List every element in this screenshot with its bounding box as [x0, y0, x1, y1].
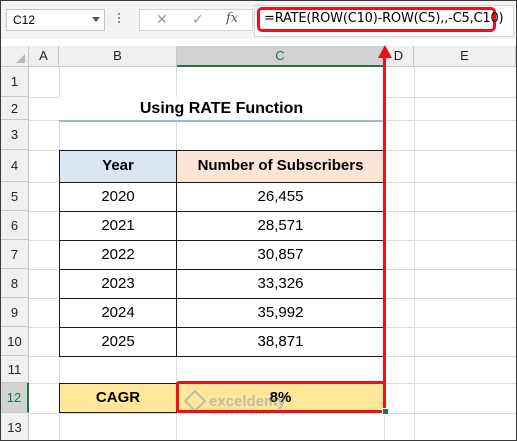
formula-buttons: ✕ ✓ fx — [139, 9, 253, 31]
formula-bar: C12 ✕ ✓ fx =RATE(ROW(C10)-ROW(C5),,-C5,C… — [1, 1, 516, 39]
row-header-3[interactable]: 3 — [1, 120, 29, 150]
row-header-12[interactable]: 12 — [1, 383, 29, 413]
drag-handle-icon[interactable] — [118, 13, 121, 27]
row-header-8[interactable]: 8 — [1, 269, 29, 298]
name-box[interactable]: C12 — [6, 9, 105, 31]
row-header-6[interactable]: 6 — [1, 211, 29, 240]
chevron-down-icon[interactable] — [92, 17, 100, 22]
sheet-title[interactable]: Using RATE Function — [59, 97, 384, 120]
row-header-11[interactable]: 11 — [1, 356, 29, 383]
row-header-13[interactable]: 13 — [1, 413, 29, 440]
row-header-2[interactable]: 2 — [1, 97, 29, 120]
fill-handle[interactable] — [382, 408, 389, 415]
table-divider — [59, 269, 385, 270]
column-header-c[interactable]: C — [177, 46, 384, 67]
title-underline — [59, 120, 384, 122]
spreadsheet-window: C12 ✕ ✓ fx =RATE(ROW(C10)-ROW(C5),,-C5,C… — [0, 0, 517, 441]
gridline — [414, 67, 415, 440]
row-header-10[interactable]: 10 — [1, 327, 29, 356]
row-header-7[interactable]: 7 — [1, 240, 29, 269]
selected-cell-highlight — [176, 381, 386, 413]
row-header-5[interactable]: 5 — [1, 182, 29, 211]
annotation-arrow — [383, 56, 386, 397]
table-divider — [59, 298, 385, 299]
insert-function-icon[interactable]: fx — [226, 11, 238, 26]
enter-check-icon[interactable]: ✓ — [192, 11, 204, 28]
select-all-icon — [16, 54, 25, 63]
cagr-label[interactable]: CAGR — [59, 383, 177, 413]
table-divider — [59, 182, 385, 183]
column-header-a[interactable]: A — [29, 46, 59, 67]
row-header-4[interactable]: 4 — [1, 150, 29, 182]
row-header-1[interactable]: 1 — [1, 67, 29, 97]
table-divider — [59, 211, 385, 212]
row-header-9[interactable]: 9 — [1, 298, 29, 327]
column-header-b[interactable]: B — [59, 46, 177, 67]
name-box-value: C12 — [13, 13, 36, 27]
table-divider — [59, 240, 385, 241]
table-divider — [59, 327, 385, 328]
formula-text: =RATE(ROW(C10)-ROW(C5),,-C5,C10) — [264, 11, 504, 26]
cancel-icon[interactable]: ✕ — [156, 11, 168, 28]
arrow-up-icon — [378, 45, 392, 58]
select-all-button[interactable] — [1, 46, 29, 67]
column-header-e[interactable]: E — [414, 46, 516, 67]
